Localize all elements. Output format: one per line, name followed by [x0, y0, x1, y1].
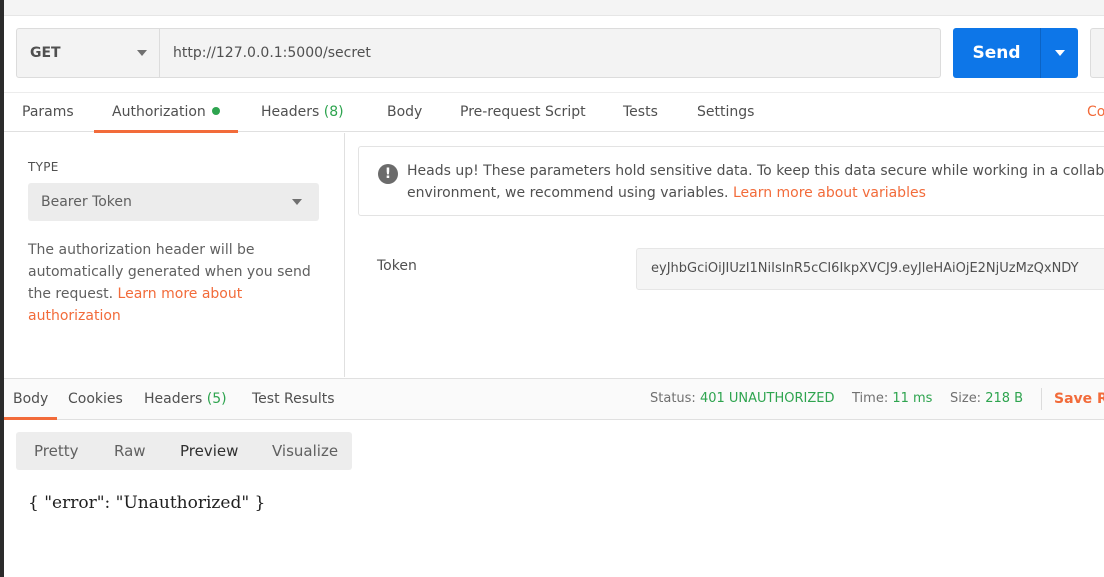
- tab-headers-label: Headers: [261, 104, 320, 120]
- save-response-button[interactable]: Save Re: [1054, 379, 1104, 420]
- auth-type-panel: TYPE Bearer Token The authorization head…: [4, 133, 345, 377]
- active-dot-icon: [211, 107, 220, 115]
- method-select[interactable]: GET: [17, 29, 160, 77]
- info-icon: !: [378, 164, 398, 184]
- notice-text: Heads up! These parameters hold sensitiv…: [407, 160, 1104, 204]
- tab-body[interactable]: Body: [387, 93, 422, 133]
- chevron-down-icon: [292, 199, 302, 205]
- format-toolbar: Pretty Raw Preview Visualize: [16, 432, 352, 470]
- top-strip: [4, 0, 1104, 16]
- preview-button[interactable]: Preview: [180, 432, 238, 470]
- response-tab-headers-label: Headers: [144, 391, 203, 407]
- notice-line-1: Heads up! These parameters hold sensitiv…: [407, 163, 1104, 179]
- time-value: 11 ms: [892, 391, 933, 406]
- size-label: Size:: [950, 391, 982, 406]
- request-tabs: Params Authorization Headers (8) Body Pr…: [4, 92, 1104, 133]
- tab-headers[interactable]: Headers (8): [261, 93, 344, 133]
- response-tab-headers[interactable]: Headers (5): [144, 379, 227, 420]
- learn-more-variables-link[interactable]: Learn more about variables: [733, 185, 926, 201]
- token-input[interactable]: eyJhbGciOiJIUzI1NiIsInR5cCI6IkpXVCJ9.eyJ…: [636, 248, 1104, 290]
- response-body: { "error": "Unauthorized" }: [28, 493, 266, 513]
- auth-type-value: Bearer Token: [41, 194, 132, 210]
- tab-params[interactable]: Params: [22, 93, 74, 133]
- tab-tests[interactable]: Tests: [623, 93, 658, 133]
- url-input[interactable]: http://127.0.0.1:5000/secret: [160, 29, 940, 77]
- send-button-group: Send: [953, 28, 1078, 78]
- time-indicator[interactable]: Time: 11 ms: [852, 379, 932, 420]
- status-label: Status:: [650, 391, 696, 406]
- divider: [1041, 388, 1042, 410]
- tab-authorization[interactable]: Authorization: [94, 93, 238, 133]
- status-indicator[interactable]: Status: 401 UNAUTHORIZED: [650, 379, 835, 420]
- size-indicator[interactable]: Size: 218 B: [950, 379, 1023, 420]
- pretty-button[interactable]: Pretty: [34, 432, 79, 470]
- tab-headers-count: (8): [323, 104, 344, 120]
- response-tab-headers-count: (5): [206, 391, 227, 407]
- raw-button[interactable]: Raw: [114, 432, 146, 470]
- sensitive-data-notice: ! Heads up! These parameters hold sensit…: [358, 146, 1104, 216]
- save-button[interactable]: [1090, 28, 1104, 78]
- tab-authorization-label: Authorization: [112, 104, 206, 120]
- method-label: GET: [30, 45, 61, 61]
- auth-description: The authorization header will be automat…: [28, 239, 328, 327]
- time-label: Time:: [852, 391, 889, 406]
- response-tab-cookies[interactable]: Cookies: [68, 379, 123, 420]
- cookies-link[interactable]: Co: [1087, 93, 1104, 133]
- visualize-button[interactable]: Visualize: [272, 432, 338, 470]
- chevron-down-icon: [137, 50, 147, 56]
- response-tabs: Body Cookies Headers (5) Test Results St…: [4, 378, 1104, 420]
- send-button[interactable]: Send: [953, 28, 1040, 78]
- size-value: 218 B: [985, 391, 1024, 406]
- response-tab-body[interactable]: Body: [4, 379, 58, 420]
- type-label: TYPE: [28, 160, 59, 174]
- notice-line-2-text: environment, we recommend using variable…: [407, 185, 729, 201]
- notice-line-2: environment, we recommend using variable…: [407, 182, 1104, 204]
- tab-settings[interactable]: Settings: [697, 93, 754, 133]
- chevron-down-icon: [1054, 50, 1065, 56]
- response-tab-test-results[interactable]: Test Results: [252, 379, 335, 420]
- tab-prerequest-script[interactable]: Pre-request Script: [460, 93, 586, 133]
- token-label: Token: [377, 258, 417, 274]
- status-value: 401 UNAUTHORIZED: [699, 391, 835, 406]
- send-options-button[interactable]: [1041, 28, 1078, 78]
- url-bar: GET http://127.0.0.1:5000/secret: [16, 28, 941, 78]
- auth-type-select[interactable]: Bearer Token: [28, 183, 319, 221]
